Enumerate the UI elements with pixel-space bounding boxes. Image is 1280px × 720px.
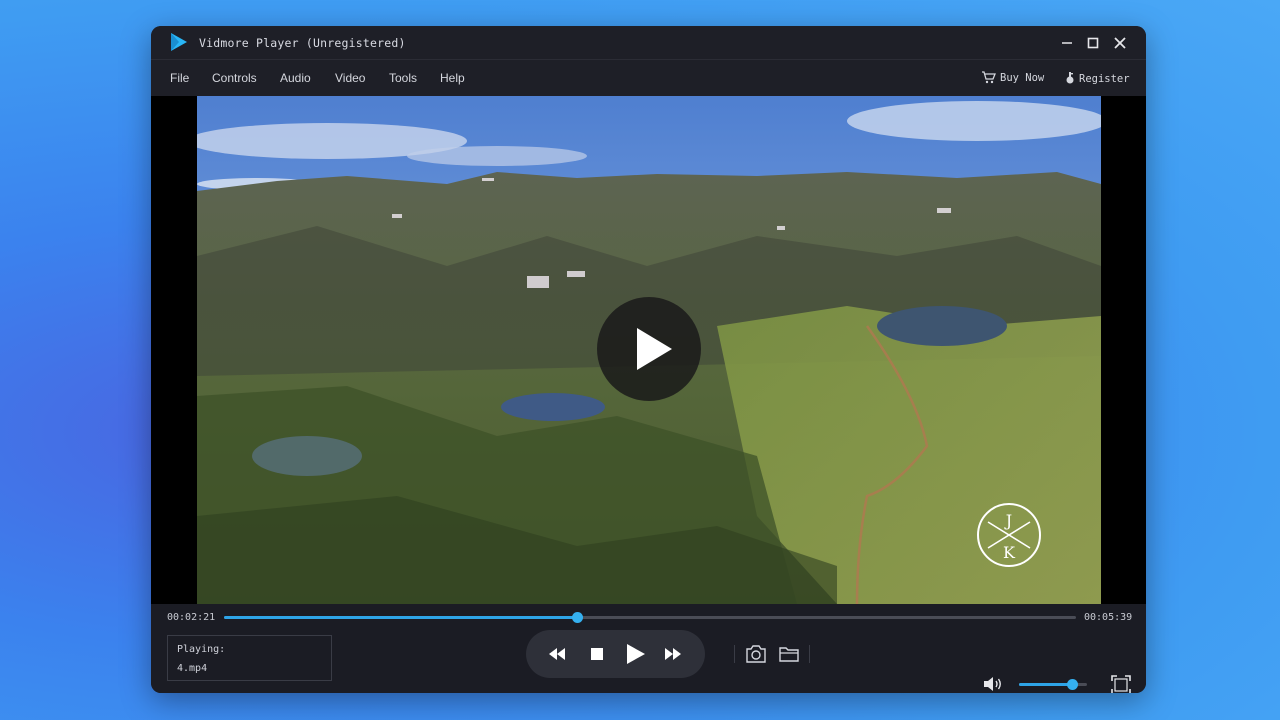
camera-icon	[746, 645, 766, 663]
divider	[809, 645, 810, 663]
player-window: Vidmore Player (Unregistered) File Contr…	[151, 26, 1146, 693]
stop-icon	[591, 648, 603, 660]
jk-watermark-logo: J K	[977, 503, 1041, 567]
maximize-icon[interactable]	[1083, 33, 1103, 53]
play-icon	[627, 644, 645, 664]
playing-file-name: 4.mp4	[177, 663, 208, 674]
play-button[interactable]	[624, 630, 648, 678]
volume-slider[interactable]	[1019, 679, 1087, 690]
progress-fill	[224, 616, 577, 619]
key-icon	[1066, 72, 1074, 84]
playing-label: Playing:	[177, 644, 226, 655]
fullscreen-button[interactable]	[1109, 674, 1133, 693]
volume-button[interactable]	[982, 674, 1004, 693]
watermark-letter-k: K	[1003, 543, 1016, 562]
menu-controls[interactable]: Controls	[212, 71, 257, 85]
title-bar: Vidmore Player (Unregistered)	[151, 26, 1146, 59]
menu-bar: File Controls Audio Video Tools Help Buy…	[151, 59, 1146, 97]
video-area[interactable]: J K	[151, 96, 1146, 604]
fast-forward-button[interactable]	[662, 630, 684, 678]
watermark-letter-j: J	[1004, 511, 1012, 530]
progress-handle[interactable]	[571, 612, 583, 623]
menu-tools[interactable]: Tools	[389, 71, 417, 85]
register-label: Register	[1079, 73, 1130, 85]
buy-now-label: Buy Now	[1000, 72, 1045, 84]
divider	[734, 645, 735, 663]
cart-icon	[982, 71, 996, 84]
stop-button[interactable]	[586, 630, 608, 678]
window-title: Vidmore Player (Unregistered)	[199, 36, 406, 50]
volume-icon	[984, 677, 1001, 691]
total-time: 00:05:39	[1084, 612, 1133, 623]
current-time: 00:02:21	[167, 612, 216, 623]
transport-controls	[526, 630, 705, 678]
snapshot-button[interactable]	[744, 643, 768, 665]
fast-forward-icon	[665, 648, 681, 660]
close-icon[interactable]	[1110, 33, 1130, 53]
open-folder-button[interactable]	[777, 643, 801, 665]
rewind-icon	[549, 648, 565, 660]
fullscreen-icon	[1111, 675, 1131, 693]
app-logo-icon	[171, 33, 187, 51]
menu-help[interactable]: Help	[440, 71, 465, 85]
progress-bar[interactable]	[224, 612, 1076, 623]
play-overlay-icon[interactable]	[597, 297, 701, 401]
rewind-button[interactable]	[546, 630, 568, 678]
minimize-icon[interactable]	[1057, 33, 1077, 53]
buy-now-button[interactable]: Buy Now	[981, 71, 1044, 84]
folder-icon	[779, 647, 799, 662]
volume-handle[interactable]	[1067, 679, 1079, 690]
volume-fill	[1019, 683, 1073, 686]
menu-audio[interactable]: Audio	[280, 71, 311, 85]
menu-file[interactable]: File	[170, 71, 189, 85]
menu-video[interactable]: Video	[335, 71, 365, 85]
now-playing-box: Playing: 4.mp4	[167, 635, 332, 681]
register-button[interactable]: Register	[1065, 71, 1130, 85]
control-bar: 00:02:21 00:05:39 Playing: 4.mp4	[151, 604, 1146, 693]
